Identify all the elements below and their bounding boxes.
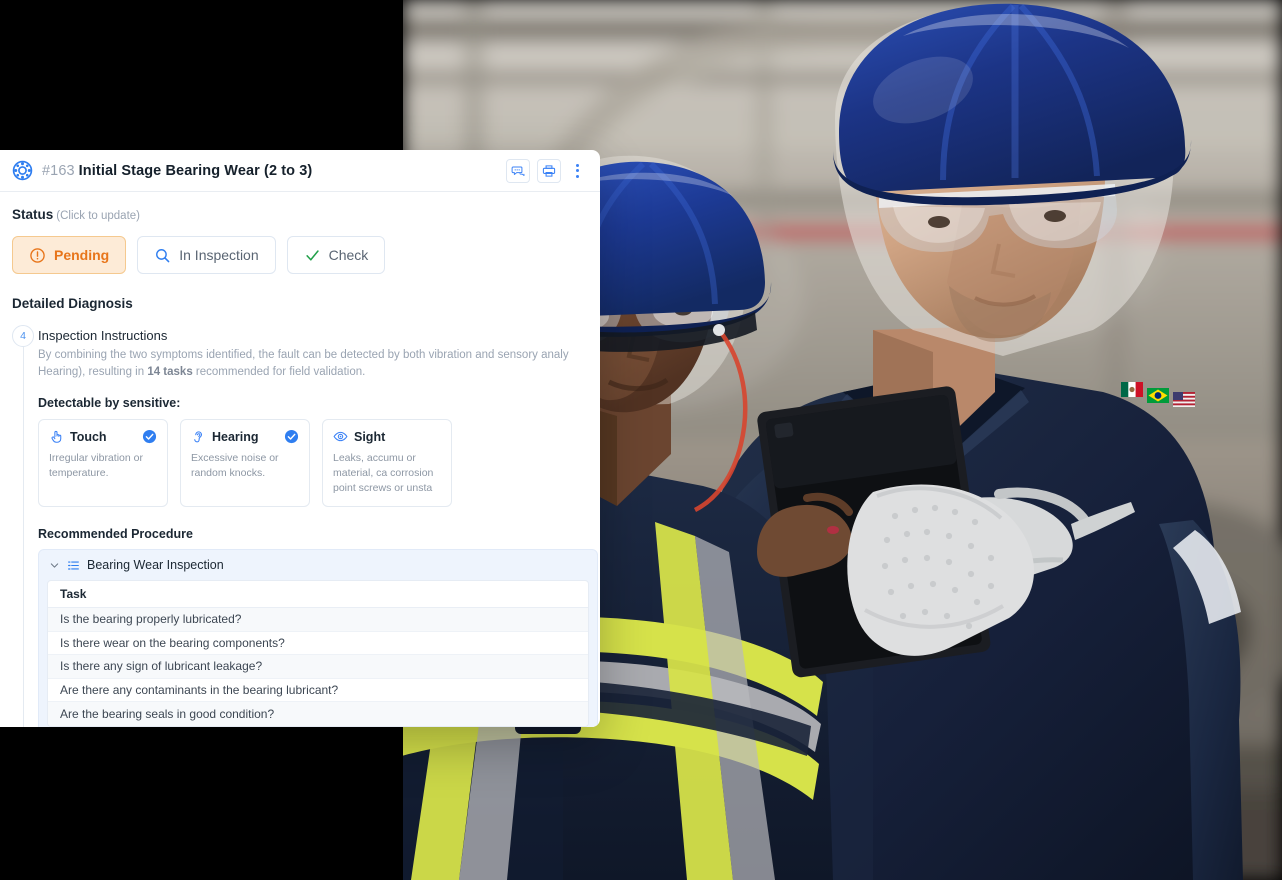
table-row[interactable]: Is there any sign of lubricant leakage? xyxy=(48,655,588,679)
detailed-diagnosis-title: Detailed Diagnosis xyxy=(12,296,133,311)
task-label: Is there any sign of lubricant leakage? xyxy=(60,659,263,674)
table-row[interactable]: Are the bearing seals in good condition? xyxy=(48,702,588,726)
comments-button[interactable] xyxy=(506,158,530,183)
step-description-line2b: recommended for field validation. xyxy=(192,365,366,378)
magnifier-icon xyxy=(156,248,170,262)
eye-icon xyxy=(333,432,348,442)
chat-bubble-icon xyxy=(511,166,525,176)
check-circle-icon xyxy=(142,430,157,444)
alert-circle-icon xyxy=(30,247,45,263)
sense-description: Excessive noise or random knocks. xyxy=(191,452,279,480)
task-label: Are there any contaminants in the bearin… xyxy=(60,682,339,697)
procedure-group-label: Bearing Wear Inspection xyxy=(87,558,224,573)
table-column-header: Task xyxy=(48,581,588,609)
procedure-table: Task Is the bearing properly lubricated?… xyxy=(47,580,589,727)
work-order-title: Initial Stage Bearing Wear (2 to 3) xyxy=(78,162,313,179)
step-number-badge: 4 xyxy=(12,325,34,347)
procedure-group-header[interactable]: Bearing Wear Inspection xyxy=(39,550,597,580)
step-description: By combining the two symptoms identified… xyxy=(38,347,598,380)
table-row[interactable]: Is the bearing properly lubricated? xyxy=(48,608,588,632)
sense-card-header: Sight xyxy=(333,429,441,444)
status-option-in-inspection[interactable]: In Inspection xyxy=(137,236,276,274)
task-label: Is there wear on the bearing components? xyxy=(60,635,285,650)
more-options-button[interactable] xyxy=(568,159,586,183)
status-option-check[interactable]: Check xyxy=(286,236,386,274)
checklist-icon xyxy=(68,561,79,570)
step-description-tasks-count: 14 tasks xyxy=(147,365,193,378)
sense-card-sight[interactable]: Sight Leaks, accumu or material, ca corr… xyxy=(322,419,452,508)
task-label: Is the bearing properly lubricated? xyxy=(60,612,242,627)
work-order-card: #163 Initial Stage Bearing Wear (2 to 3) xyxy=(0,150,600,727)
sense-card-touch[interactable]: Touch Irregular vibration or temperature… xyxy=(38,419,168,508)
sense-name: Sight xyxy=(354,429,386,444)
work-order-id: #163 xyxy=(42,162,75,179)
status-option-pending[interactable]: Pending xyxy=(12,236,127,274)
sense-name: Hearing xyxy=(212,429,259,444)
header-actions xyxy=(506,158,586,183)
procedure-panel: Bearing Wear Inspection Task Is the bear… xyxy=(38,549,598,727)
status-label-row: Status (Click to update) xyxy=(12,206,600,224)
table-row[interactable]: Are there any contaminants in the bearin… xyxy=(48,679,588,703)
screenshot-root: TRACTIAN xyxy=(0,0,1282,880)
status-options: Pending In Inspection Check xyxy=(12,236,600,274)
status-option-label: Check xyxy=(328,247,369,263)
diagnosis-timeline: 4 Inspection Instructions By combining t… xyxy=(12,325,600,727)
sense-card-header: Touch xyxy=(49,429,157,444)
status-label: Status xyxy=(12,207,54,222)
detectable-by-sensitive-label: Detectable by sensitive: xyxy=(38,396,181,411)
bearing-icon xyxy=(12,160,33,181)
chevron-down-icon[interactable] xyxy=(49,560,60,571)
vertical-dots-icon xyxy=(575,169,579,172)
step-description-line2a: Hearing), resulting in xyxy=(38,365,148,378)
sense-card-header: Hearing xyxy=(191,429,299,444)
sense-card-hearing[interactable]: Hearing Excessive noise or random knocks… xyxy=(180,419,310,508)
ear-icon xyxy=(194,431,203,443)
column-header-task: Task xyxy=(60,587,87,602)
task-label: Are the bearing seals in good condition? xyxy=(60,706,275,721)
sense-name: Touch xyxy=(70,429,107,444)
check-circle-icon xyxy=(284,430,299,444)
status-hint: (Click to update) xyxy=(56,210,140,222)
printer-icon xyxy=(542,164,556,177)
recommended-procedure-title: Recommended Procedure xyxy=(38,527,193,542)
step-title: Inspection Instructions xyxy=(38,328,168,343)
check-icon xyxy=(306,249,319,261)
step-description-line1: By combining the two symptoms identified… xyxy=(38,349,569,361)
sense-description: Leaks, accumu or material, ca corrosion … xyxy=(333,452,434,495)
status-option-label: Pending xyxy=(54,247,110,263)
status-option-label: In Inspection xyxy=(179,247,259,263)
card-body: Status (Click to update) Pending In Insp… xyxy=(0,192,600,727)
hand-touch-icon xyxy=(51,431,62,444)
vertical-dots-icon xyxy=(575,163,579,167)
card-header: #163 Initial Stage Bearing Wear (2 to 3) xyxy=(0,150,600,192)
print-button[interactable] xyxy=(537,158,561,183)
table-row[interactable]: Is there wear on the bearing components? xyxy=(48,632,588,656)
sense-cards: Touch Irregular vibration or temperature… xyxy=(38,419,600,508)
sense-description: Irregular vibration or temperature. xyxy=(49,452,143,480)
vertical-dots-icon xyxy=(575,174,579,178)
